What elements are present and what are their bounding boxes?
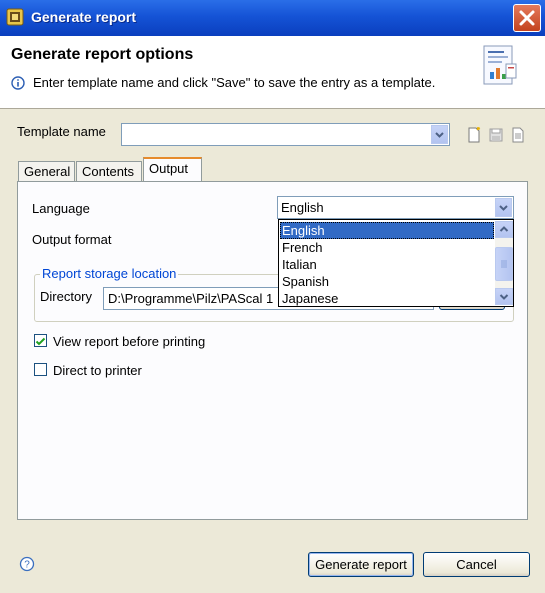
scroll-down-button[interactable] [495, 288, 513, 305]
tab-general[interactable]: General [18, 161, 75, 181]
generate-report-button[interactable]: Generate report [308, 552, 414, 577]
chevron-down-icon [499, 294, 509, 300]
dialog-banner: Generate report options Enter template n… [0, 36, 545, 109]
title-bar[interactable]: Generate report [0, 0, 545, 36]
save-template-icon[interactable] [488, 127, 504, 143]
cancel-button[interactable]: Cancel [423, 552, 530, 577]
app-icon [6, 8, 24, 26]
report-storage-group-title: Report storage location [40, 266, 179, 281]
direct-to-printer-label: Direct to printer [53, 363, 142, 378]
language-dropdown-list: English French Italian Spanish Japanese [278, 219, 514, 307]
language-dropdown-button[interactable] [495, 198, 512, 217]
scroll-up-button[interactable] [495, 221, 513, 238]
window-title: Generate report [31, 9, 137, 25]
language-selected-value: English [281, 200, 324, 215]
close-button[interactable] [513, 4, 541, 32]
dialog-heading: Generate report options [11, 46, 194, 63]
generate-report-button-label: Generate report [315, 557, 407, 572]
info-message: Enter template name and click "Save" to … [33, 75, 436, 90]
language-option-italian[interactable]: Italian [280, 256, 494, 273]
tab-output[interactable]: Output [143, 157, 202, 182]
direct-to-printer-checkbox[interactable] [34, 363, 47, 376]
close-icon [519, 10, 535, 26]
delete-template-icon[interactable] [510, 127, 526, 143]
language-label: Language [32, 201, 90, 216]
template-name-combo[interactable] [121, 123, 450, 146]
language-select[interactable]: English [277, 196, 514, 219]
cancel-button-label: Cancel [456, 557, 497, 572]
scroll-thumb[interactable] [495, 247, 513, 281]
view-before-printing-checkbox[interactable] [34, 334, 47, 347]
dropdown-scrollbar[interactable] [495, 221, 513, 305]
language-option-french[interactable]: French [280, 239, 494, 256]
tab-contents-label: Contents [82, 164, 135, 179]
tab-output-label: Output [149, 161, 189, 176]
tab-general-label: General [24, 164, 71, 179]
view-before-printing-label: View report before printing [53, 334, 206, 349]
checkmark-icon [35, 337, 46, 346]
new-template-icon[interactable] [466, 127, 482, 143]
svg-text:?: ? [24, 560, 30, 571]
chevron-down-icon [499, 205, 508, 211]
directory-value: D:\Programme\Pilz\PAScal 1 [108, 291, 274, 306]
language-option-english[interactable]: English [280, 222, 494, 239]
grip-icon [501, 260, 507, 268]
chevron-up-icon [499, 226, 509, 232]
template-name-label: Template name [17, 124, 106, 139]
output-format-label: Output format [32, 232, 112, 247]
generate-report-dialog: Generate report Generate report options … [0, 0, 545, 593]
tab-contents[interactable]: Contents [76, 161, 142, 181]
chevron-down-icon [435, 132, 444, 138]
help-icon[interactable]: ? [19, 556, 35, 572]
directory-label: Directory [40, 289, 93, 304]
report-document-icon [483, 45, 517, 85]
info-icon [11, 76, 25, 90]
template-dropdown-button[interactable] [431, 125, 448, 144]
language-option-japanese[interactable]: Japanese [280, 290, 494, 307]
language-option-spanish[interactable]: Spanish [280, 273, 494, 290]
